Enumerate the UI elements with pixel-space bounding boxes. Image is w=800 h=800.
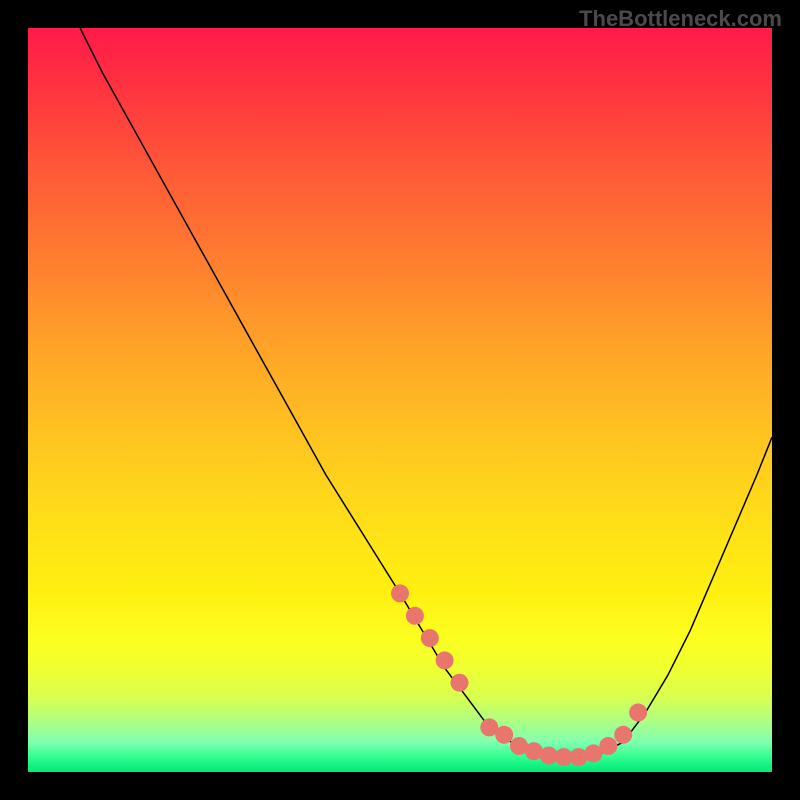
bottleneck-curve bbox=[80, 28, 772, 757]
marker-dot bbox=[629, 704, 647, 722]
marker-dot bbox=[614, 726, 632, 744]
chart-svg bbox=[28, 28, 772, 772]
marker-dot bbox=[421, 629, 439, 647]
marker-dot bbox=[495, 726, 513, 744]
plot-area bbox=[28, 28, 772, 772]
marker-dot bbox=[436, 651, 454, 669]
watermark-text: TheBottleneck.com bbox=[579, 6, 782, 32]
marker-group bbox=[391, 584, 647, 766]
marker-dot bbox=[391, 584, 409, 602]
marker-dot bbox=[599, 737, 617, 755]
marker-dot bbox=[451, 674, 469, 692]
marker-dot bbox=[406, 607, 424, 625]
